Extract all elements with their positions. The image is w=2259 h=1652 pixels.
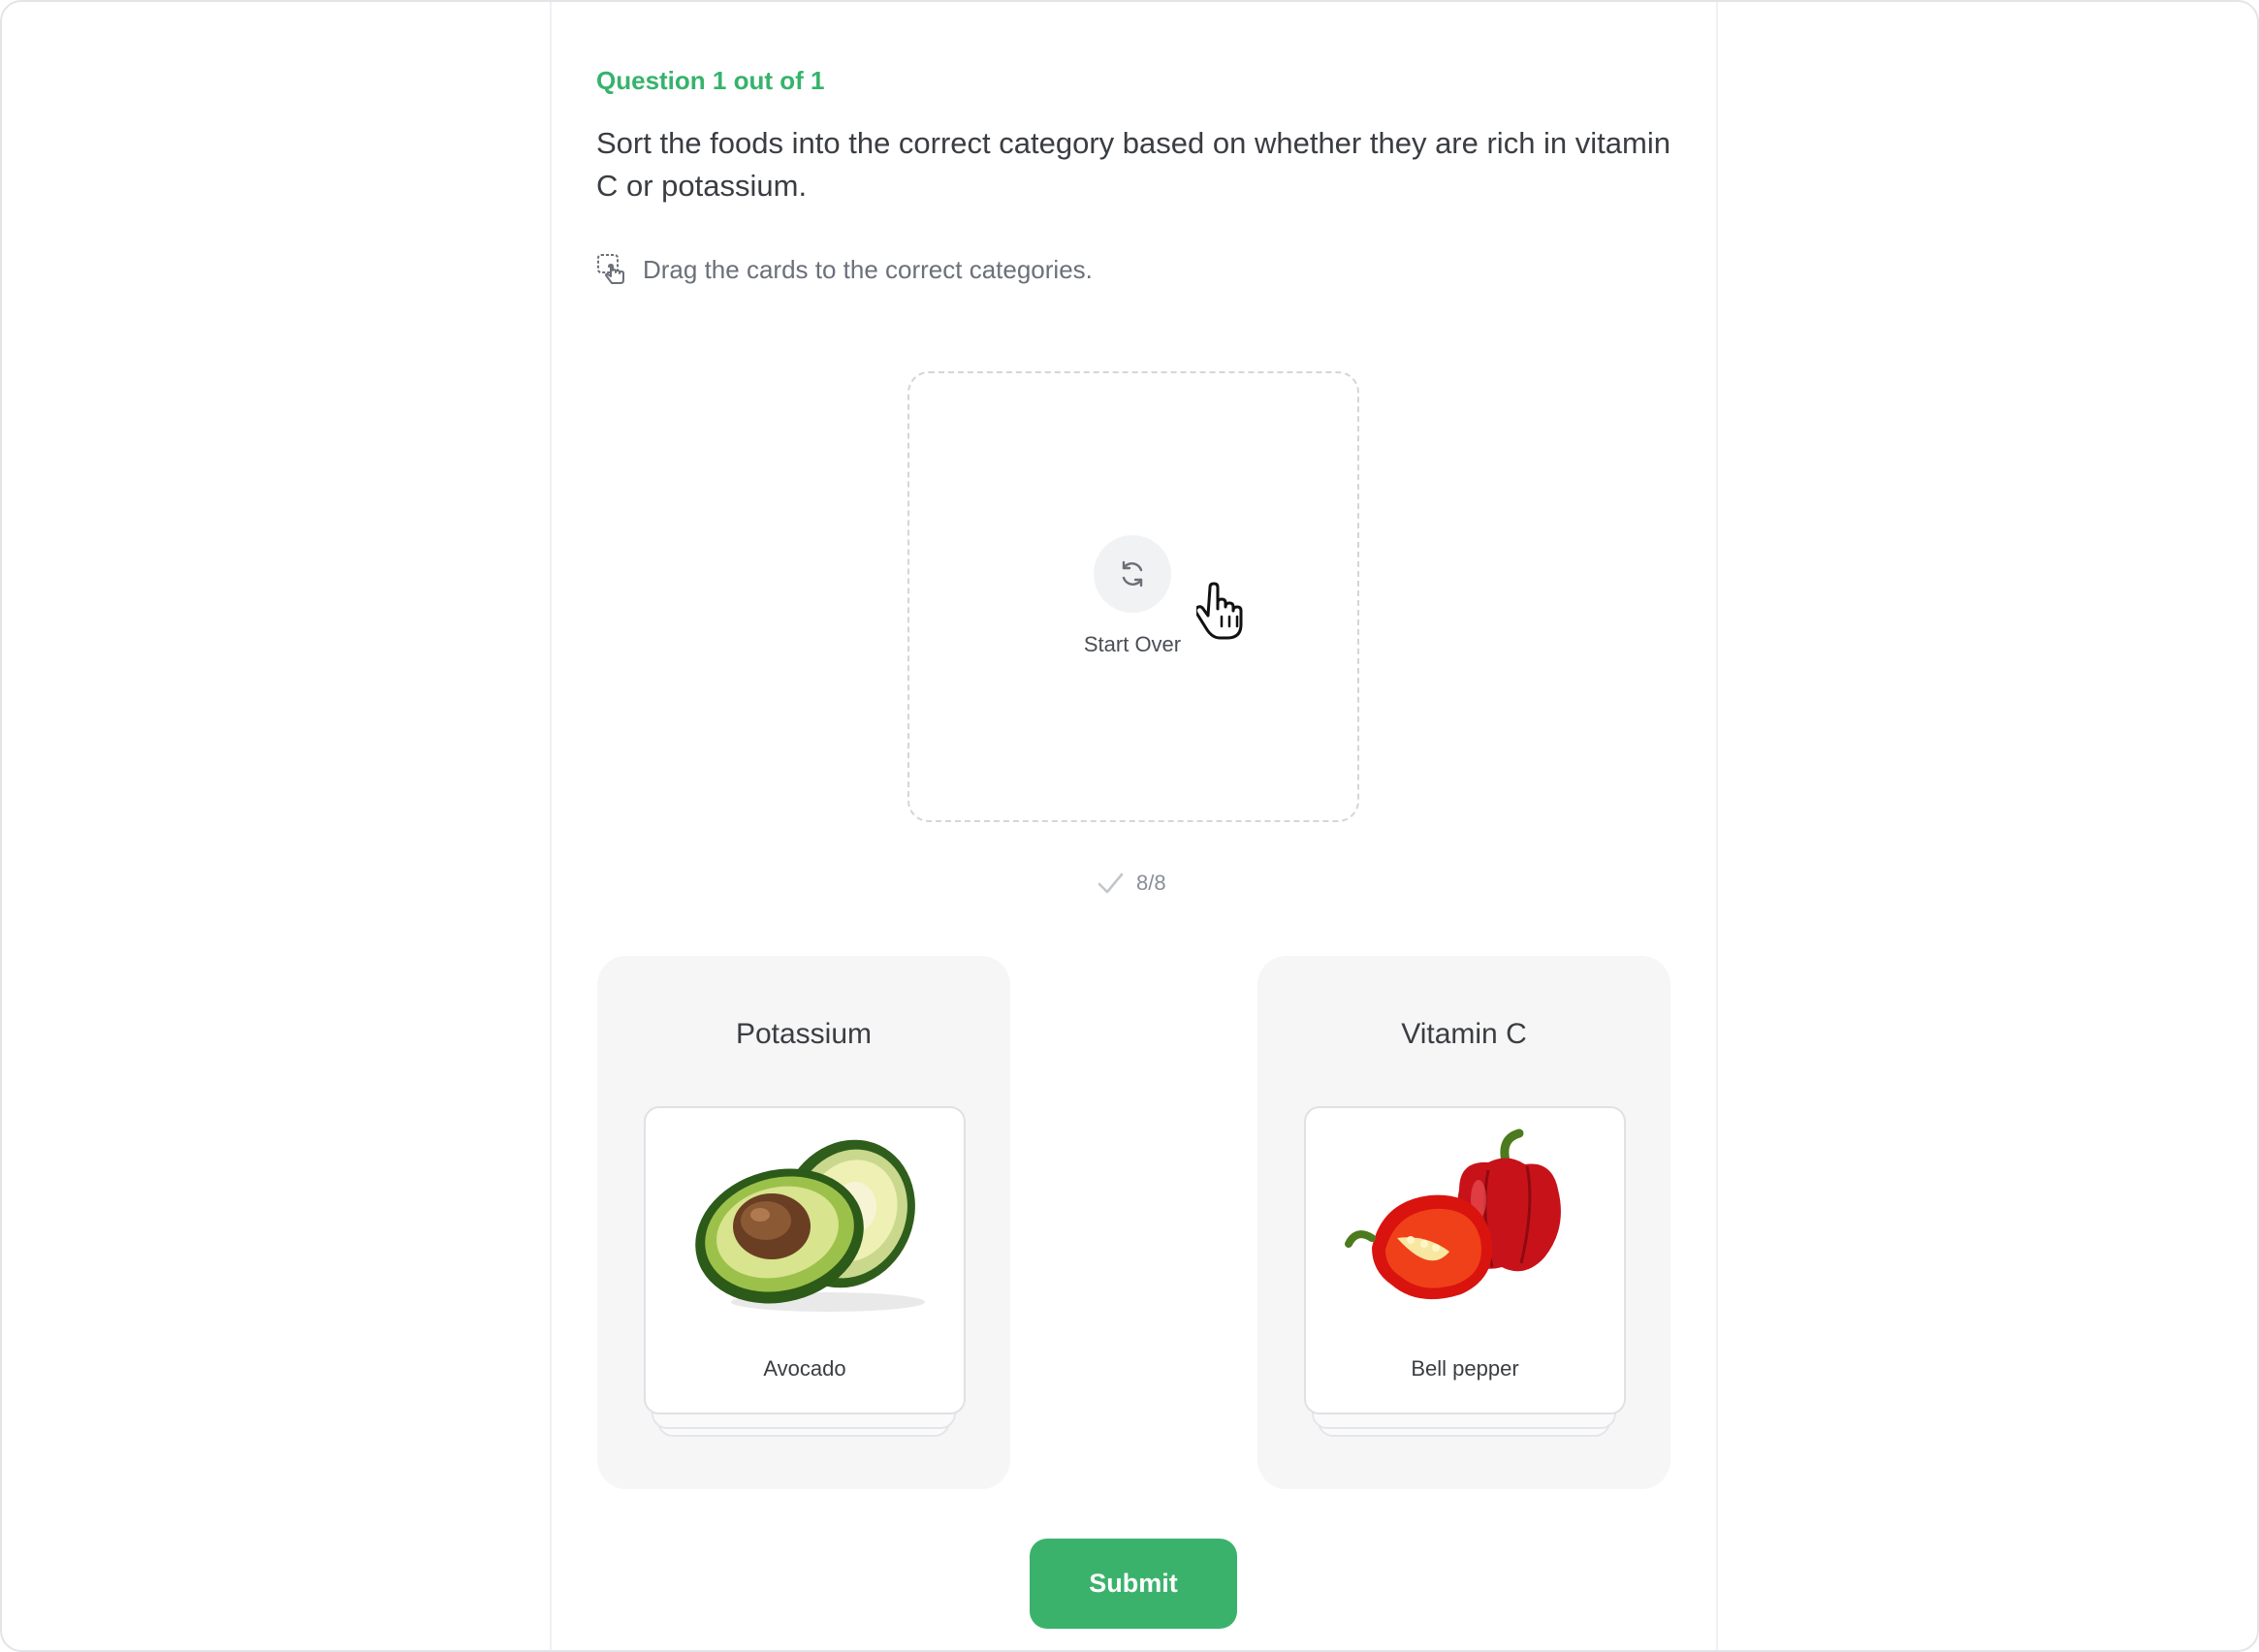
food-card-avocado[interactable]: Avocado bbox=[644, 1106, 966, 1414]
checkmark-icon bbox=[1098, 873, 1124, 894]
page-frame: Question 1 out of 1 Sort the foods into … bbox=[0, 0, 2259, 1652]
drag-hint: Drag the cards to the correct categories… bbox=[596, 252, 1093, 287]
bell-pepper-image bbox=[1345, 1128, 1561, 1300]
category-potassium[interactable]: Potassium Avocado bbox=[597, 956, 1010, 1489]
sorted-progress: 8/8 bbox=[1096, 867, 1166, 900]
hand-pointer-cursor-icon bbox=[1196, 582, 1243, 640]
card-label: Bell pepper bbox=[1411, 1356, 1519, 1381]
submit-button[interactable]: Submit bbox=[1030, 1539, 1237, 1629]
drag-hand-icon bbox=[597, 254, 624, 284]
category-title: Potassium bbox=[735, 1018, 873, 1050]
food-card-bell-pepper[interactable]: Bell pepper bbox=[1304, 1106, 1626, 1414]
card-label: Avocado bbox=[763, 1356, 846, 1381]
question-text: Sort the foods into the correct category… bbox=[596, 126, 1670, 203]
drag-hint-text: Drag the cards to the correct categories… bbox=[643, 254, 1093, 284]
category-title: Vitamin C bbox=[1401, 1018, 1527, 1050]
refresh-icon bbox=[1122, 560, 1143, 588]
progress-count: 8/8 bbox=[1136, 871, 1166, 895]
question-counter: Question 1 out of 1 bbox=[596, 66, 825, 95]
category-vitamin-c[interactable]: Vitamin C Bell pepper bbox=[1257, 956, 1670, 1489]
avocado-image bbox=[695, 1139, 925, 1312]
start-over-button[interactable] bbox=[1094, 535, 1171, 613]
